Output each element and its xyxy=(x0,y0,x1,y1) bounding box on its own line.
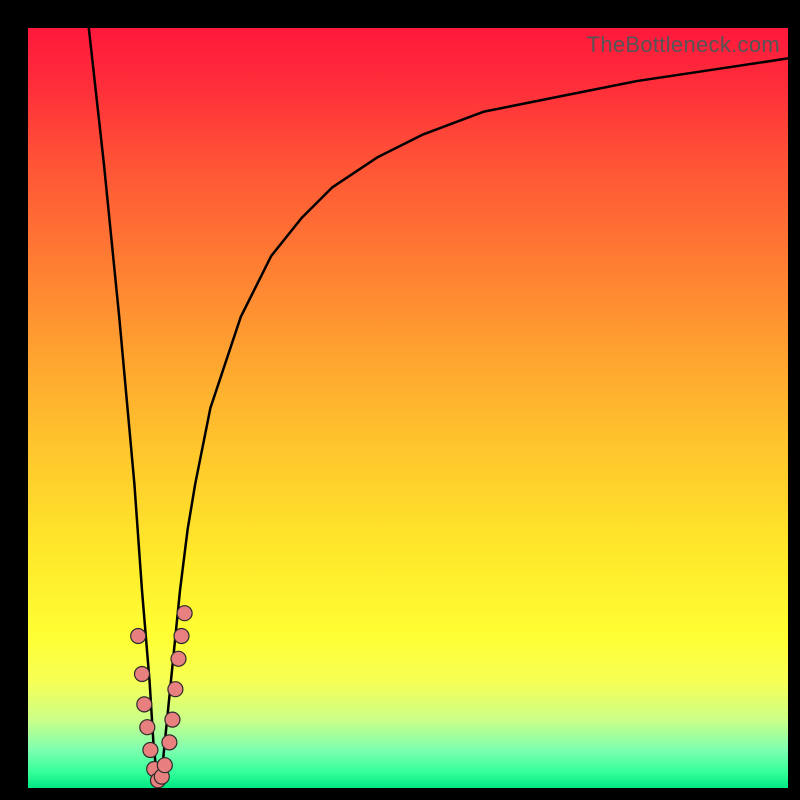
data-point xyxy=(137,697,152,712)
data-point xyxy=(157,758,172,773)
chart-svg xyxy=(28,28,788,788)
data-point xyxy=(162,735,177,750)
data-point xyxy=(131,629,146,644)
data-point xyxy=(165,712,180,727)
data-point xyxy=(171,651,186,666)
data-point xyxy=(143,743,158,758)
data-point xyxy=(135,667,150,682)
data-markers xyxy=(131,606,192,788)
data-point xyxy=(174,629,189,644)
plot-area: TheBottleneck.com xyxy=(28,28,788,788)
chart-frame: TheBottleneck.com xyxy=(0,0,800,800)
bottleneck-curve xyxy=(89,28,788,780)
data-point xyxy=(140,720,155,735)
data-point xyxy=(177,606,192,621)
data-point xyxy=(168,682,183,697)
